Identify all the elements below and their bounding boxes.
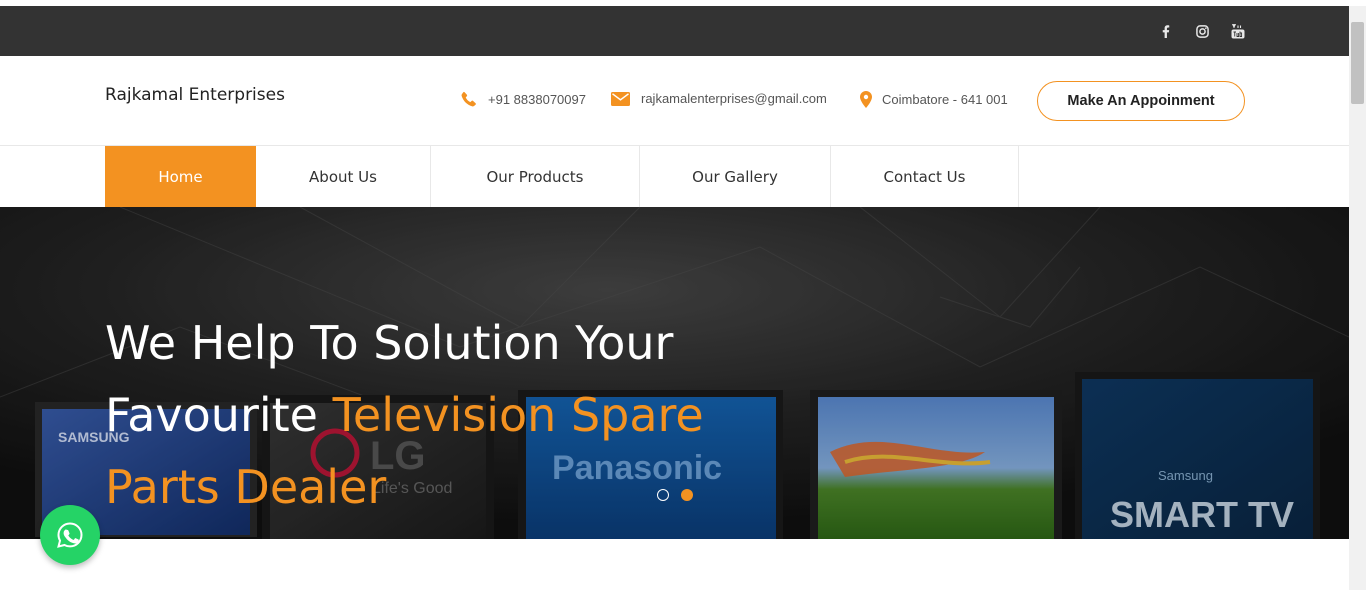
- hero-heading-highlight: Television Spare: [332, 388, 704, 442]
- nav-item-our-products[interactable]: Our Products: [431, 146, 640, 207]
- hero-heading-line-1: We Help To Solution Your: [105, 316, 674, 370]
- nav-item-about-us[interactable]: About Us: [256, 146, 431, 207]
- page: Rajkamal Enterprises +91 8838070097 rajk…: [0, 0, 1366, 590]
- brand-name[interactable]: Rajkamal Enterprises: [105, 85, 285, 105]
- hero-heading-line-3: Parts Dealer: [105, 460, 387, 514]
- whatsapp-button[interactable]: [40, 505, 100, 565]
- map-pin-icon: [860, 91, 872, 108]
- phone-info[interactable]: +91 8838070097: [461, 91, 586, 107]
- facebook-icon[interactable]: [1158, 23, 1174, 39]
- make-appointment-button[interactable]: Make An Appoinment: [1037, 81, 1245, 121]
- whatsapp-icon: [57, 522, 83, 548]
- slider-dot-1[interactable]: [657, 489, 669, 501]
- site-header: Rajkamal Enterprises +91 8838070097 rajk…: [0, 56, 1349, 146]
- nav-item-contact-us[interactable]: Contact Us: [831, 146, 1019, 207]
- phone-number: +91 8838070097: [488, 91, 586, 107]
- envelope-icon: [611, 91, 630, 106]
- location-info[interactable]: Coimbatore - 641 001: [860, 91, 1008, 108]
- nav-item-our-gallery[interactable]: Our Gallery: [640, 146, 831, 207]
- top-bar: [0, 6, 1349, 56]
- hero-slider: SAMSUNG LG Life's Good Panasonic Samsung…: [0, 207, 1349, 539]
- main-nav: Home About Us Our Products Our Gallery C…: [0, 146, 1349, 207]
- hero-heading-white: Favourite: [105, 388, 333, 442]
- instagram-icon[interactable]: [1194, 23, 1210, 39]
- nav-item-home[interactable]: Home: [105, 146, 256, 207]
- email-address: rajkamalenterprises@gmail.com: [641, 91, 827, 106]
- youtube-icon[interactable]: [1230, 23, 1246, 39]
- scrollbar-thumb[interactable]: [1351, 22, 1364, 104]
- slider-dot-2-active[interactable]: [681, 489, 693, 501]
- hero-heading-line-2: Favourite Television Spare: [105, 379, 704, 451]
- email-info[interactable]: rajkamalenterprises@gmail.com: [611, 91, 827, 106]
- location-text: Coimbatore - 641 001: [882, 92, 1008, 107]
- phone-icon: [461, 91, 476, 107]
